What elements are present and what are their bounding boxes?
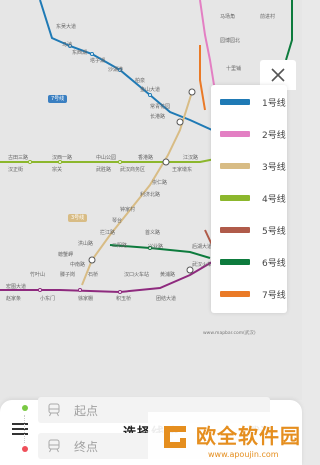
legend-label: 3号线 bbox=[262, 162, 286, 173]
station-label[interactable]: 琴台 bbox=[112, 218, 122, 224]
line-tag-3: 3号线 bbox=[68, 214, 88, 222]
station-label[interactable]: 园博园北 bbox=[220, 38, 240, 44]
station-label[interactable]: 黄浦路 bbox=[160, 272, 175, 278]
station-label[interactable]: 武汉商务区 bbox=[120, 167, 145, 173]
station-label[interactable]: 塔子湖 bbox=[90, 58, 105, 64]
line-3 bbox=[81, 91, 193, 286]
legend-label: 4号线 bbox=[262, 194, 286, 205]
station-label[interactable]: 洪山路 bbox=[78, 241, 93, 247]
close-icon bbox=[271, 68, 285, 82]
station-label[interactable]: 中南路 bbox=[70, 262, 85, 268]
station-label[interactable]: 柏泉 bbox=[135, 78, 145, 84]
station-label[interactable]: 后湖大道 bbox=[192, 244, 212, 250]
station-label[interactable]: 香港路 bbox=[138, 155, 153, 161]
station-label[interactable]: 汉西一路 bbox=[52, 155, 72, 161]
station-label[interactable]: 兴业路 bbox=[148, 244, 163, 250]
station-label[interactable]: 中山公园 bbox=[96, 155, 116, 161]
legend-swatch bbox=[220, 259, 250, 265]
train-icon bbox=[48, 403, 60, 417]
station-label[interactable]: 宏图大道 bbox=[6, 284, 26, 290]
legend-item-line-1[interactable]: 1号线 bbox=[211, 91, 287, 113]
legend-label: 6号线 bbox=[262, 258, 286, 269]
legend-swatch bbox=[220, 131, 250, 137]
station-label[interactable]: 小东门 bbox=[40, 296, 55, 302]
end-dot bbox=[22, 446, 28, 452]
station-label[interactable]: 首义路 bbox=[145, 230, 160, 236]
watermark-url: www.apoujin.com bbox=[208, 450, 279, 459]
station-label[interactable]: 石桥 bbox=[88, 272, 98, 278]
end-placeholder: 终点 bbox=[74, 440, 99, 454]
legend-swatch bbox=[220, 227, 250, 233]
legend-label: 7号线 bbox=[262, 290, 286, 301]
station-label[interactable]: 东吴大道 bbox=[56, 24, 76, 30]
legend-swatch bbox=[220, 195, 250, 201]
station-label[interactable]: 江汉路 bbox=[183, 155, 198, 161]
station-label[interactable]: 汉正街 bbox=[8, 167, 23, 173]
station-label[interactable]: 王家墩东 bbox=[172, 167, 192, 173]
legend-swatch bbox=[220, 163, 250, 169]
legend-swatch bbox=[220, 291, 250, 297]
station-label[interactable]: 钟家村 bbox=[120, 207, 135, 213]
station-label[interactable]: 东西湖 bbox=[72, 50, 87, 56]
station-label[interactable]: 前进村 bbox=[260, 14, 275, 20]
station-label[interactable]: 十里铺 bbox=[226, 66, 241, 72]
line-7 bbox=[199, 45, 206, 111]
watermark-logo-icon bbox=[164, 426, 186, 448]
station-label[interactable]: 拦江路 bbox=[100, 230, 115, 236]
route-connector bbox=[24, 415, 27, 443]
legend-item-line-5[interactable]: 5号线 bbox=[211, 219, 287, 241]
start-dot bbox=[22, 405, 28, 411]
legend-item-line-2[interactable]: 2号线 bbox=[211, 123, 287, 145]
station-label[interactable]: 马池 bbox=[62, 42, 72, 48]
legend-item-line-3[interactable]: 3号线 bbox=[211, 155, 287, 177]
line-tag-7: 7号线 bbox=[48, 95, 68, 103]
legend-item-line-6[interactable]: 6号线 bbox=[211, 251, 287, 273]
station-label[interactable]: 常青花园 bbox=[150, 104, 170, 110]
legend-label: 1号线 bbox=[262, 98, 286, 109]
station-label[interactable]: 螃蟹岬 bbox=[58, 252, 73, 258]
legend-item-line-4[interactable]: 4号线 bbox=[211, 187, 287, 209]
station-label[interactable]: 古田三路 bbox=[8, 155, 28, 161]
line-legend: 1号线 2号线 3号线 4号线 5号线 6号线 7号线 bbox=[211, 85, 287, 313]
legend-label: 5号线 bbox=[262, 226, 286, 237]
station-label[interactable]: 赵家条 bbox=[6, 296, 21, 302]
legend-swatch bbox=[220, 99, 250, 105]
station-label[interactable]: 马场角 bbox=[220, 14, 235, 20]
station-label[interactable]: 武胜路 bbox=[96, 167, 111, 173]
station-label[interactable]: 徐家棚 bbox=[78, 296, 93, 302]
watermark-text: 欧全软件园 bbox=[196, 424, 301, 448]
station-label[interactable]: 长港路 bbox=[150, 114, 165, 120]
legend-item-line-7[interactable]: 7号线 bbox=[211, 283, 287, 305]
station-label[interactable]: 金山大道 bbox=[140, 87, 160, 93]
start-placeholder: 起点 bbox=[74, 404, 99, 418]
station-label[interactable]: 团结大道 bbox=[156, 296, 176, 302]
train-icon bbox=[48, 439, 60, 453]
station-label[interactable]: 三阳路 bbox=[112, 243, 127, 249]
station-label[interactable]: 积玉桥 bbox=[116, 296, 131, 302]
map-credit: www.mapbar.com(武汉) bbox=[203, 331, 256, 336]
legend-label: 2号线 bbox=[262, 130, 286, 141]
station-label[interactable]: 宗关 bbox=[52, 167, 62, 173]
station-label[interactable]: 崇仁路 bbox=[152, 180, 167, 186]
station-label[interactable]: 利济北路 bbox=[140, 192, 160, 198]
station-label[interactable]: 汉口火车站 bbox=[124, 272, 149, 278]
station-label[interactable]: 竹叶山 bbox=[30, 272, 45, 278]
station-label[interactable]: 滕子岗 bbox=[60, 272, 75, 278]
station-label[interactable]: 沙湖港 bbox=[108, 67, 123, 73]
